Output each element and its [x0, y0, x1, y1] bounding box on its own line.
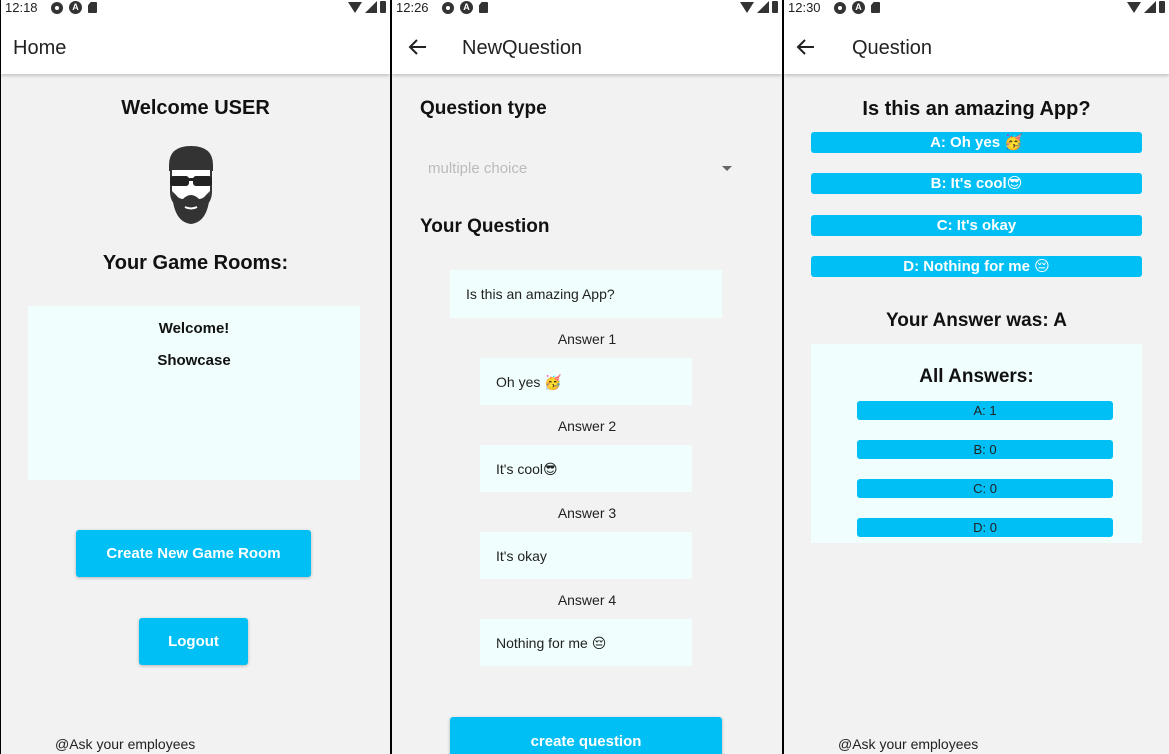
answer-input-value: It's okay: [496, 548, 547, 564]
settings-icon: [51, 1, 63, 14]
status-bar: 12:18 A: [1, 0, 390, 15]
battery-icon: [772, 1, 778, 13]
dropdown-value: multiple choice: [428, 160, 528, 177]
sd-card-icon: [871, 2, 880, 13]
app-bar: Home: [1, 15, 390, 74]
wifi-icon: [348, 1, 362, 13]
avatar-icon: [169, 146, 213, 224]
results-panel: All Answers: A: 1 B: 0 C: 0 D: 0: [811, 344, 1142, 543]
sd-card-icon: [479, 2, 488, 13]
question-type-dropdown[interactable]: multiple choice: [420, 152, 738, 182]
dropdown-arrow-icon: [722, 166, 732, 171]
answer-label: Answer 4: [557, 592, 617, 608]
answer-label: Answer 1: [557, 331, 617, 347]
your-answer-text: Your Answer was: A: [886, 310, 1067, 331]
create-room-button[interactable]: Create New Game Room: [76, 530, 311, 577]
logout-button[interactable]: Logout: [139, 618, 248, 665]
android-icon: A: [852, 1, 865, 14]
wifi-icon: [740, 1, 754, 13]
home-screen: 12:18 A Home Welcome USER Your Game Room…: [1, 0, 390, 754]
status-time: 12:18: [5, 0, 38, 15]
status-time: 12:26: [396, 0, 429, 15]
question-type-heading: Question type: [420, 98, 547, 119]
status-bar: 12:30 A: [784, 0, 1169, 15]
footer-text: @Ask your employees: [838, 736, 979, 752]
app-bar: Question: [784, 15, 1169, 74]
answer-input-value: Oh yes 🥳: [496, 374, 562, 390]
answer-input[interactable]: It's okay: [480, 532, 692, 579]
all-answers-heading: All Answers:: [919, 366, 1034, 387]
answer-label: Answer 3: [557, 505, 617, 521]
result-bar: C: 0: [857, 479, 1113, 498]
question-heading: Is this an amazing App?: [862, 98, 1091, 120]
signal-icon: [757, 1, 769, 13]
battery-icon: [380, 1, 386, 13]
signal-icon: [1144, 1, 1156, 13]
settings-icon: [834, 1, 846, 14]
status-time: 12:30: [788, 0, 821, 15]
status-bar: 12:26 A: [392, 0, 782, 15]
answer-input[interactable]: Oh yes 🥳: [480, 358, 692, 405]
result-bar: B: 0: [857, 440, 1113, 459]
signal-icon: [365, 1, 377, 13]
sd-card-icon: [88, 2, 97, 13]
create-question-button[interactable]: create question: [450, 717, 722, 754]
room-item[interactable]: Welcome!: [28, 320, 360, 337]
back-arrow-icon[interactable]: [406, 35, 430, 59]
rooms-list: Welcome! Showcase: [28, 306, 360, 480]
result-bar: D: 0: [857, 518, 1113, 537]
answer-input-value: Nothing for me 😔: [496, 635, 607, 651]
answer-input-value: It's cool😎: [496, 461, 558, 477]
result-bar: A: 1: [857, 401, 1113, 420]
rooms-heading: Your Game Rooms:: [102, 252, 289, 274]
footer-text: @Ask your employees: [55, 736, 196, 752]
new-question-screen: 12:26 A NewQuestion Question type multip…: [392, 0, 782, 754]
page-title: NewQuestion: [462, 37, 583, 59]
answer-option-button[interactable]: B: It's cool😎: [811, 173, 1142, 194]
question-input[interactable]: Is this an amazing App?: [450, 270, 722, 318]
page-title: Question: [852, 37, 933, 59]
question-input-value: Is this an amazing App?: [466, 286, 615, 302]
answer-option-button[interactable]: A: Oh yes 🥳: [811, 132, 1142, 153]
room-item[interactable]: Showcase: [28, 352, 360, 369]
settings-icon: [442, 1, 454, 14]
app-bar: NewQuestion: [392, 15, 782, 74]
page-title: Home: [13, 37, 67, 59]
android-icon: A: [69, 1, 82, 14]
wifi-icon: [1127, 1, 1141, 13]
question-screen: 12:30 A Question Is this an amazing App?…: [784, 0, 1169, 754]
answer-option-button[interactable]: D: Nothing for me 😔: [811, 256, 1142, 277]
answer-input[interactable]: It's cool😎: [480, 445, 692, 492]
answer-label: Answer 2: [557, 418, 617, 434]
answer-input[interactable]: Nothing for me 😔: [480, 619, 692, 666]
back-arrow-icon[interactable]: [794, 35, 818, 59]
welcome-heading: Welcome USER: [121, 97, 270, 119]
battery-icon: [1159, 1, 1165, 13]
your-question-heading: Your Question: [420, 216, 550, 237]
android-icon: A: [460, 1, 473, 14]
answer-option-button[interactable]: C: It's okay: [811, 215, 1142, 236]
